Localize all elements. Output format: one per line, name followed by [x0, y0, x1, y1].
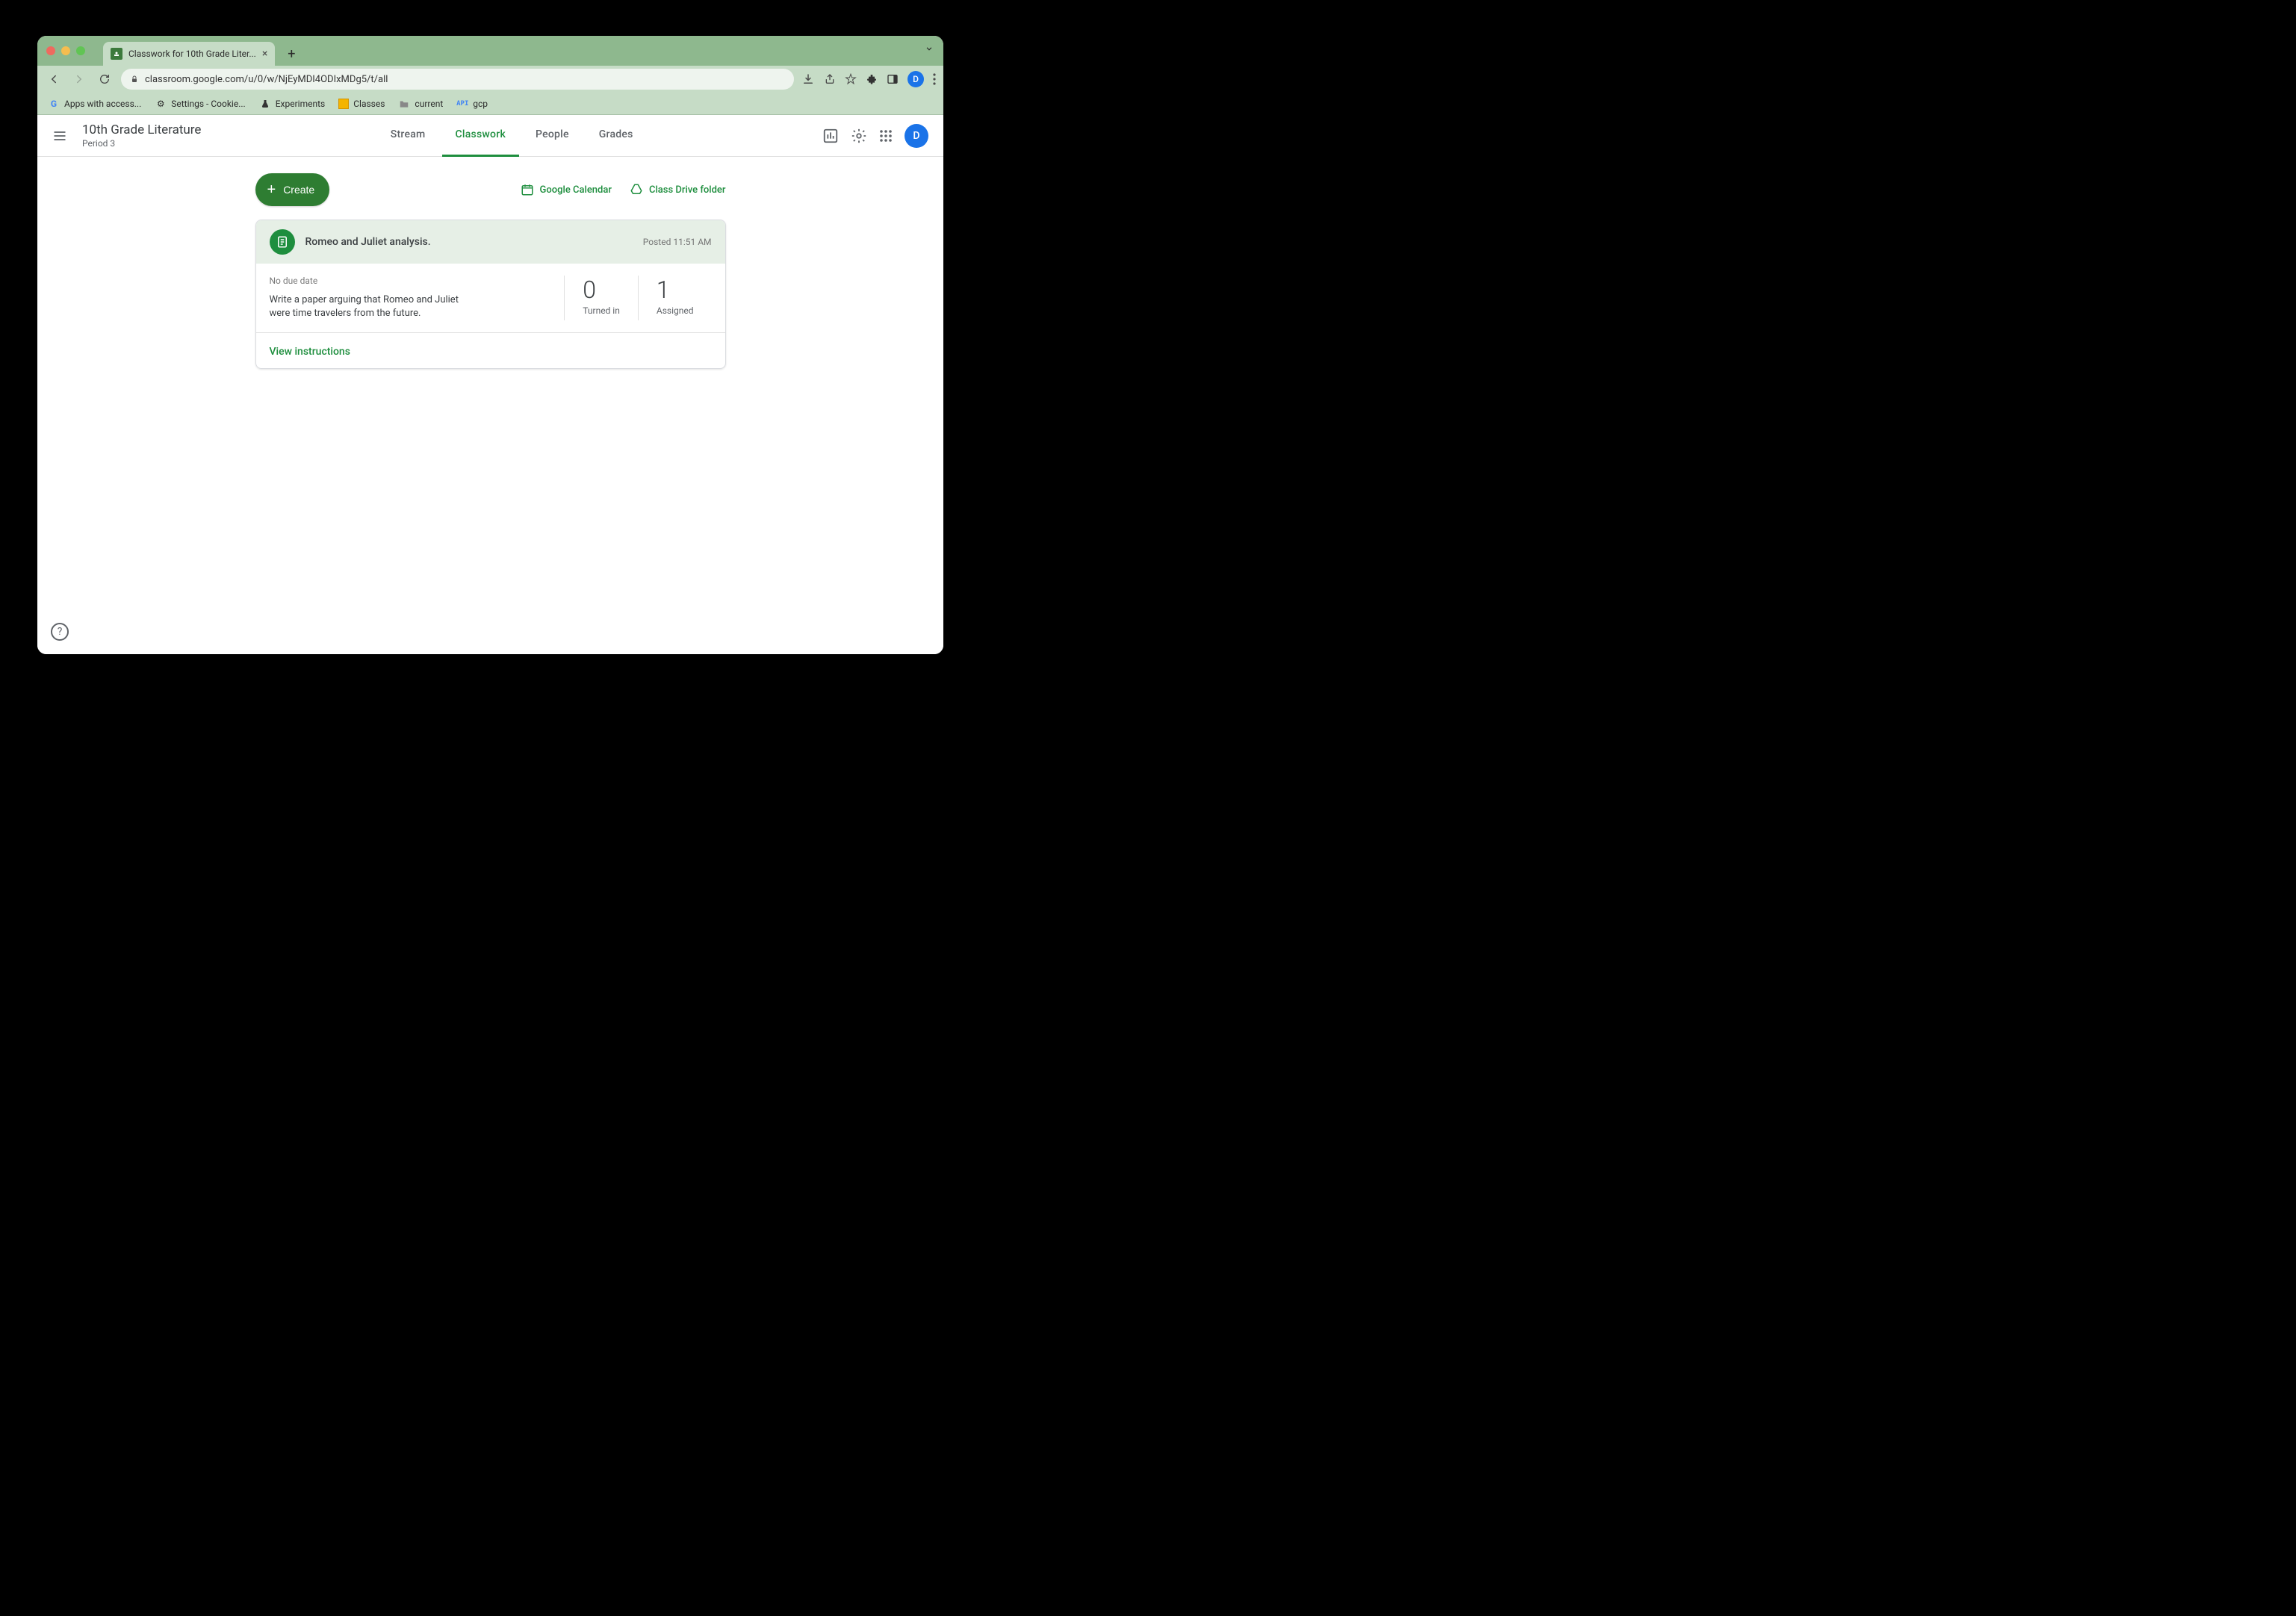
- minimize-window-button[interactable]: [61, 46, 70, 55]
- bookmark-apps-with-access[interactable]: G Apps with access...: [48, 98, 141, 110]
- maximize-window-button[interactable]: [76, 46, 85, 55]
- settings-gear-icon[interactable]: [851, 128, 867, 144]
- calendar-icon: [521, 183, 534, 196]
- address-bar: classroom.google.com/u/0/w/NjEyMDI4ODIxM…: [37, 66, 943, 93]
- tab-people[interactable]: People: [522, 115, 583, 157]
- google-calendar-link[interactable]: Google Calendar: [521, 183, 612, 196]
- stat-turned-in[interactable]: 0 Turned in: [564, 276, 638, 320]
- assignment-card: Romeo and Juliet analysis. Posted 11:51 …: [255, 220, 726, 369]
- posted-time: Posted 11:51 AM: [643, 237, 712, 247]
- browser-tab[interactable]: Classwork for 10th Grade Liter... ×: [103, 42, 275, 66]
- apps-grid-icon[interactable]: [879, 129, 893, 143]
- class-section: Period 3: [82, 138, 201, 149]
- url-text: classroom.google.com/u/0/w/NjEyMDI4ODIxM…: [145, 74, 388, 85]
- classroom-favicon: [111, 48, 122, 60]
- view-instructions-link[interactable]: View instructions: [270, 346, 350, 358]
- hamburger-menu-icon[interactable]: [52, 128, 70, 143]
- lock-icon: [130, 75, 139, 84]
- url-input[interactable]: classroom.google.com/u/0/w/NjEyMDI4ODIxM…: [121, 69, 794, 90]
- stat-assigned[interactable]: 1 Assigned: [638, 276, 712, 320]
- bookmarks-bar: G Apps with access... ⚙ Settings - Cooki…: [37, 93, 943, 115]
- close-window-button[interactable]: [46, 46, 55, 55]
- bookmark-classes[interactable]: Classes: [338, 99, 385, 109]
- bookmark-star-icon[interactable]: [845, 73, 857, 85]
- kebab-menu-icon[interactable]: [933, 73, 936, 85]
- app-header: 10th Grade Literature Period 3 Stream Cl…: [37, 115, 943, 157]
- account-avatar[interactable]: D: [905, 124, 928, 148]
- share-icon[interactable]: [824, 73, 836, 85]
- window-controls: [46, 36, 85, 66]
- help-icon[interactable]: ?: [51, 623, 69, 641]
- assignment-title: Romeo and Juliet analysis.: [305, 236, 431, 248]
- class-name: 10th Grade Literature: [82, 122, 201, 137]
- assignment-description: Write a paper arguing that Romeo and Jul…: [270, 293, 464, 320]
- reload-button[interactable]: [96, 70, 114, 88]
- bookmark-current[interactable]: current: [398, 98, 443, 110]
- browser-tabstrip: Classwork for 10th Grade Liter... × +: [37, 36, 943, 66]
- tabs-dropdown-icon[interactable]: [924, 43, 934, 54]
- plus-icon: +: [267, 182, 276, 197]
- tab-title: Classwork for 10th Grade Liter...: [128, 49, 256, 59]
- due-date: No due date: [270, 276, 464, 286]
- bookmark-settings-cookie[interactable]: ⚙ Settings - Cookie...: [155, 98, 245, 110]
- dashboard-icon[interactable]: [822, 128, 839, 144]
- forward-button[interactable]: [70, 70, 88, 88]
- assignment-icon: [270, 229, 295, 255]
- close-tab-icon[interactable]: ×: [262, 48, 267, 60]
- extensions-icon[interactable]: [866, 73, 878, 85]
- assignment-header[interactable]: Romeo and Juliet analysis. Posted 11:51 …: [256, 220, 725, 264]
- bookmark-gcp[interactable]: API gcp: [456, 98, 488, 110]
- profile-avatar[interactable]: D: [907, 71, 924, 87]
- bookmark-experiments[interactable]: Experiments: [259, 98, 326, 110]
- drive-icon: [630, 183, 643, 196]
- create-button[interactable]: + Create: [255, 173, 330, 206]
- class-info[interactable]: 10th Grade Literature Period 3: [82, 122, 201, 148]
- back-button[interactable]: [45, 70, 63, 88]
- tab-grades[interactable]: Grades: [586, 115, 647, 157]
- sidepanel-icon[interactable]: [887, 73, 899, 85]
- class-drive-folder-link[interactable]: Class Drive folder: [630, 183, 726, 196]
- download-icon[interactable]: [801, 72, 815, 86]
- tab-classwork[interactable]: Classwork: [442, 115, 520, 157]
- new-tab-button[interactable]: +: [281, 43, 302, 64]
- tab-stream[interactable]: Stream: [377, 115, 439, 157]
